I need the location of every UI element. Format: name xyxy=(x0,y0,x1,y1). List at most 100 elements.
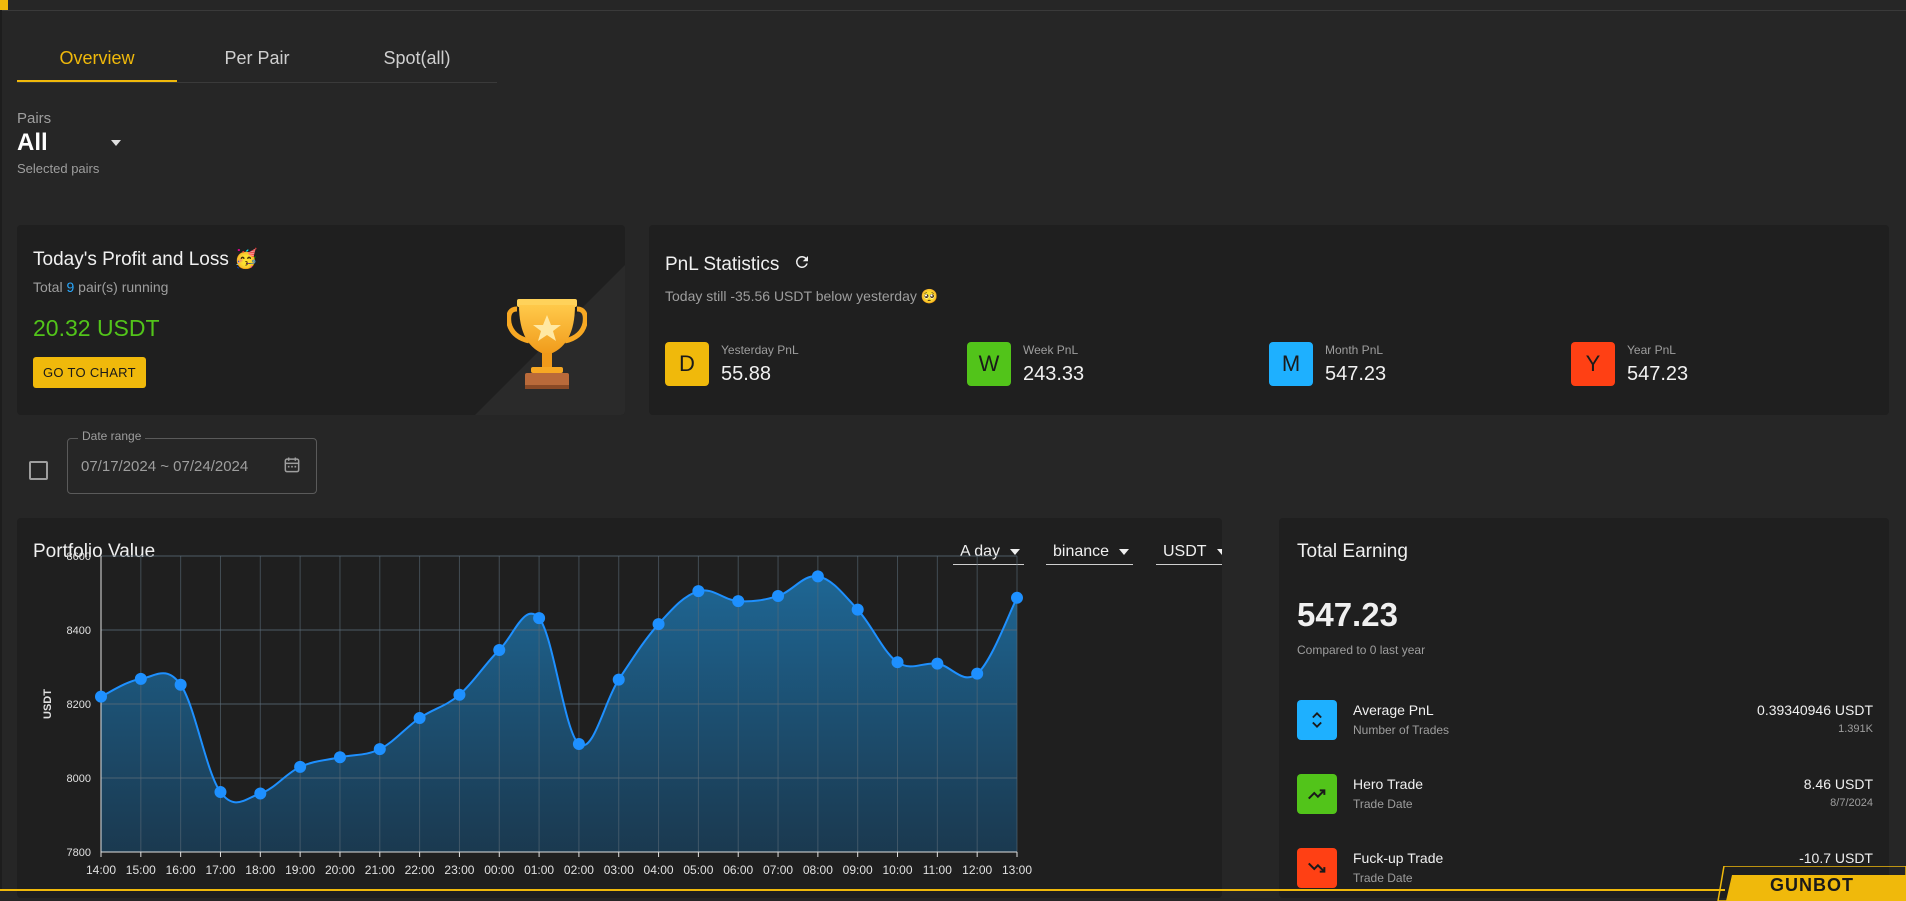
chart-y-axis-label: USDT xyxy=(42,689,54,719)
earning-row-name: Hero Trade xyxy=(1353,776,1424,792)
pnl-statistics-title: PnL Statistics xyxy=(665,254,780,275)
pairs-selector: Pairs All Selected pairs xyxy=(17,110,127,176)
chart-x-tick-label: 16:00 xyxy=(166,863,196,877)
chart-data-point xyxy=(572,737,585,750)
stat-value: 243.33 xyxy=(1023,362,1085,385)
chart-x-tick-label: 14:00 xyxy=(86,863,116,877)
trending-down-icon xyxy=(1297,848,1337,888)
corner-accent xyxy=(0,0,8,10)
total-earning-value: 547.23 xyxy=(1297,596,1398,633)
tab-spot-all[interactable]: Spot(all) xyxy=(337,36,497,82)
chart-x-tick-label: 18:00 xyxy=(245,863,275,877)
chart-data-point xyxy=(891,656,904,669)
chart-x-tick-label: 04:00 xyxy=(644,863,674,877)
chart-data-point xyxy=(851,603,864,616)
today-pnl-value: 20.32 USDT xyxy=(33,315,160,341)
earning-row-sub: Number of Trades xyxy=(1353,723,1450,737)
earning-row-sub: Trade Date xyxy=(1353,797,1413,811)
chart-data-point xyxy=(254,787,267,800)
date-range-value: 07/17/2024 ~ 07/24/2024 xyxy=(81,458,249,475)
stat-week-pnl: W Week PnL 243.33 xyxy=(967,342,1084,386)
tab-bar: Overview Per Pair Spot(all) xyxy=(17,36,497,83)
chart-x-tick-label: 05:00 xyxy=(683,863,713,877)
chart-data-point xyxy=(971,667,984,680)
earning-row-hero-trade: Hero Trade Trade Date 8.46 USDT 8/7/2024 xyxy=(1297,774,1873,816)
bottom-accent-line xyxy=(0,889,1725,891)
date-range-checkbox[interactable] xyxy=(29,461,48,480)
chart-x-tick-label: 11:00 xyxy=(923,863,952,877)
trophy-icon xyxy=(506,295,588,402)
trending-up-icon xyxy=(1297,774,1337,814)
earning-row-average-pnl: Average PnL Number of Trades 0.39340946 … xyxy=(1297,700,1873,742)
pairs-running-prefix: Total xyxy=(33,279,67,295)
stat-avatar-w: W xyxy=(967,342,1011,386)
unfold-icon xyxy=(1297,700,1337,740)
profit-loss-title: Today's Profit and Loss 🥳 xyxy=(33,249,258,270)
chart-x-tick-label: 21:00 xyxy=(365,863,395,877)
stat-label: Year PnL xyxy=(1627,342,1676,357)
chart-data-point xyxy=(652,618,665,631)
left-edge xyxy=(0,10,2,890)
date-range-field[interactable]: Date range 07/17/2024 ~ 07/24/2024 xyxy=(67,429,317,494)
chart-data-point xyxy=(453,688,466,701)
chart-data-point xyxy=(134,672,147,685)
stat-value: 55.88 xyxy=(721,362,772,385)
chart-y-tick-label: 8600 xyxy=(67,551,91,563)
chart-x-tick-label: 19:00 xyxy=(285,863,315,877)
go-to-chart-button[interactable]: GO TO CHART xyxy=(33,357,146,388)
chart-data-point xyxy=(294,760,307,773)
chart-x-tick-label: 13:00 xyxy=(1002,863,1032,877)
chart-x-tick-label: 08:00 xyxy=(803,863,833,877)
chart-data-point xyxy=(373,743,386,756)
earning-row-value: 8.46 USDT xyxy=(1803,776,1873,792)
pairs-label: Pairs xyxy=(17,110,52,127)
chart-data-point xyxy=(413,712,426,725)
chart-y-tick-label: 7800 xyxy=(67,847,91,859)
pnl-statistics-header: PnL Statistics xyxy=(665,253,811,277)
tab-per-pair[interactable]: Per Pair xyxy=(177,36,337,82)
earning-row-value-sub: 1.391K xyxy=(1838,723,1873,735)
stat-label: Yesterday PnL xyxy=(721,342,799,357)
chart-data-point xyxy=(174,678,187,691)
refresh-icon[interactable] xyxy=(793,253,811,277)
total-earning-card: Total Earning 547.23 Compared to 0 last … xyxy=(1279,518,1889,898)
pairs-running-text: Total 9 pair(s) running xyxy=(33,279,168,295)
gunbot-logo: GUNBOT xyxy=(1770,875,1854,895)
chart-area-fill xyxy=(101,576,1017,852)
chart-data-point xyxy=(533,612,546,625)
chart-x-tick-label: 02:00 xyxy=(564,863,594,877)
chart-data-point xyxy=(493,643,506,656)
earning-row-value: -10.7 USDT xyxy=(1799,850,1873,866)
chart-x-tick-label: 23:00 xyxy=(444,863,474,877)
calendar-icon[interactable] xyxy=(282,455,302,480)
profit-loss-card: Today's Profit and Loss 🥳 Total 9 pair(s… xyxy=(17,225,625,415)
pairs-value: All xyxy=(17,129,48,156)
chart-x-tick-label: 17:00 xyxy=(205,863,235,877)
chart-x-tick-label: 07:00 xyxy=(763,863,793,877)
date-range-label: Date range xyxy=(78,429,146,443)
chart-data-point xyxy=(95,690,107,703)
pairs-running-suffix: pair(s) running xyxy=(74,279,169,295)
chart-data-point xyxy=(612,673,625,686)
stat-yesterday-pnl: D Yesterday PnL 55.88 xyxy=(665,342,799,386)
tab-overview[interactable]: Overview xyxy=(17,36,177,82)
chart-data-point xyxy=(732,595,745,608)
stat-year-pnl: Y Year PnL 547.23 xyxy=(1571,342,1688,386)
earning-row-sub: Trade Date xyxy=(1353,871,1413,885)
chart-x-tick-label: 10:00 xyxy=(883,863,913,877)
chart-y-tick-label: 8200 xyxy=(67,699,91,711)
total-earning-title: Total Earning xyxy=(1297,541,1408,562)
chart-x-tick-label: 01:00 xyxy=(524,863,554,877)
pairs-select[interactable]: All xyxy=(17,129,127,157)
pairs-helper-text: Selected pairs xyxy=(17,161,100,176)
chart-x-tick-label: 06:00 xyxy=(723,863,753,877)
chart-x-tick-label: 22:00 xyxy=(405,863,435,877)
portfolio-value-card: Portfolio Value A day binance USDT 7800 8… xyxy=(17,518,1222,898)
chart-data-point xyxy=(1011,591,1023,604)
stat-label: Month PnL xyxy=(1325,342,1384,357)
chart-x-tick-label: 20:00 xyxy=(325,863,355,877)
chart-y-tick-label: 8400 xyxy=(67,625,91,637)
total-earning-subtitle: Compared to 0 last year xyxy=(1297,643,1426,657)
portfolio-chart[interactable]: 7800 8000 8200 8400 8600 14:00 15:00 16:00 17:00… xyxy=(17,518,1222,898)
stat-value: 547.23 xyxy=(1627,362,1689,385)
